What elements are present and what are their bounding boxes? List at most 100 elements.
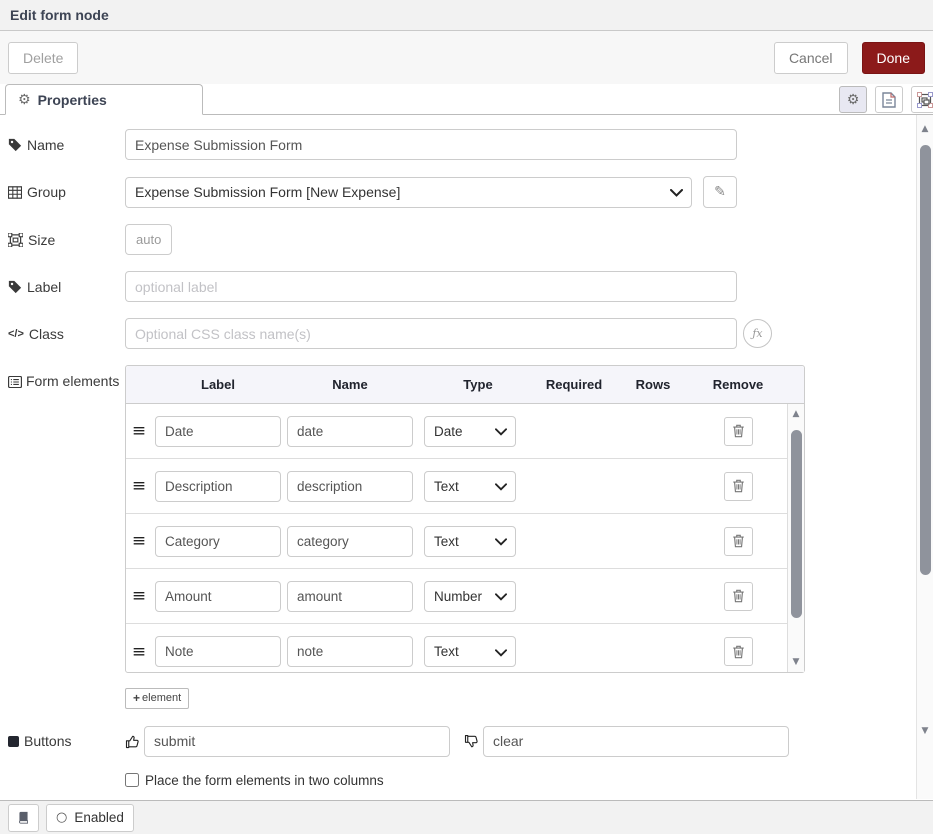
col-header-name: Name — [284, 377, 416, 392]
node-help-button[interactable] — [8, 804, 39, 832]
element-name-input[interactable] — [287, 581, 413, 612]
trash-icon — [732, 645, 745, 659]
name-input[interactable] — [125, 129, 737, 160]
element-type-select[interactable]: Text — [424, 526, 516, 557]
form-elements-row: Form elements Label Name Type Required R… — [8, 365, 933, 673]
clear-button-input[interactable] — [483, 726, 789, 757]
element-label-input[interactable] — [155, 581, 281, 612]
element-name-input[interactable] — [287, 526, 413, 557]
group-select[interactable]: Expense Submission Form [New Expense] — [125, 177, 692, 208]
element-label-input[interactable] — [155, 636, 281, 667]
two-columns-label[interactable]: Place the form elements in two columns — [145, 773, 384, 788]
scroll-down-icon[interactable]: ▼ — [917, 723, 933, 739]
layout-sizer-icon — [917, 92, 933, 108]
element-name-input[interactable] — [287, 471, 413, 502]
scroll-up-icon[interactable]: ▲ — [788, 406, 804, 422]
remove-element-button[interactable] — [724, 582, 753, 611]
form-element-row: ≡ Text — [126, 624, 787, 672]
class-row: </> Class ƒx — [8, 318, 933, 349]
table-scrollbar-thumb[interactable] — [791, 430, 802, 618]
book-icon — [17, 811, 30, 824]
group-select-wrap: Expense Submission Form [New Expense] — [125, 177, 692, 208]
drag-handle-icon[interactable]: ≡ — [126, 421, 152, 441]
size-auto-button[interactable]: auto — [125, 224, 172, 255]
trash-icon — [732, 534, 745, 548]
form-elements-table: Label Name Type Required Rows Remove ≡ D… — [125, 365, 805, 673]
enabled-toggle-button[interactable]: ○ Enabled — [46, 804, 134, 832]
element-type-select[interactable]: Number — [424, 581, 516, 612]
label-row: Label — [8, 271, 933, 302]
description-doc-button[interactable] — [875, 86, 903, 113]
name-row: Name — [8, 129, 933, 160]
drag-handle-icon[interactable]: ≡ — [126, 586, 152, 606]
form-list-icon — [8, 376, 22, 388]
drag-handle-icon[interactable]: ≡ — [126, 531, 152, 551]
fx-icon: ƒx — [752, 327, 762, 340]
properties-settings-button[interactable]: ⚙ — [839, 86, 867, 113]
element-label-input[interactable] — [155, 526, 281, 557]
element-label-input[interactable] — [155, 471, 281, 502]
form-element-row: ≡ Text — [126, 514, 787, 569]
label-label: Label — [8, 279, 125, 295]
done-button[interactable]: Done — [862, 42, 925, 74]
size-row: Size auto — [8, 224, 933, 255]
form-elements-body: ≡ Date ≡ Text — [126, 404, 804, 672]
two-columns-row: Place the form elements in two columns — [125, 773, 933, 788]
remove-element-button[interactable] — [724, 637, 753, 666]
fx-styles-button[interactable]: ƒx — [743, 319, 772, 348]
form-element-row: ≡ Number — [126, 569, 787, 624]
cancel-button[interactable]: Cancel — [774, 42, 848, 74]
size-icon — [8, 233, 23, 247]
tab-properties[interactable]: ⚙ Properties — [5, 84, 203, 115]
table-grid-icon — [8, 186, 22, 199]
submit-button-input[interactable] — [144, 726, 450, 757]
add-element-button[interactable]: + element — [125, 688, 189, 709]
dialog-title: Edit form node — [10, 7, 109, 23]
form-elements-rows: ≡ Date ≡ Text — [126, 404, 787, 672]
element-name-input[interactable] — [287, 636, 413, 667]
edit-form-node-dialog: Edit form node Delete Cancel Done ⚙ Prop… — [0, 0, 933, 834]
scroll-up-icon[interactable]: ▲ — [917, 121, 933, 137]
code-icon: </> — [8, 328, 24, 340]
form-element-row: ≡ Date — [126, 404, 787, 459]
tab-properties-label: Properties — [38, 92, 107, 108]
element-name-input[interactable] — [287, 416, 413, 447]
gear-icon: ⚙ — [18, 93, 31, 107]
trash-icon — [732, 479, 745, 493]
class-label: </> Class — [8, 326, 125, 342]
dialog-button-bar: Delete Cancel Done — [0, 31, 933, 84]
edit-group-button[interactable]: ✎ — [703, 176, 737, 208]
table-scrollbar[interactable]: ▲ ▼ — [787, 404, 804, 672]
label-input[interactable] — [125, 271, 737, 302]
element-type-select[interactable]: Date — [424, 416, 516, 447]
panel-scrollbar[interactable]: ▲ ▼ — [916, 115, 933, 799]
plus-icon: + — [133, 691, 140, 705]
remove-element-button[interactable] — [724, 472, 753, 501]
class-input[interactable] — [125, 318, 737, 349]
properties-panel: Name Group Expense Submission Form [New … — [0, 115, 933, 800]
element-type-select[interactable]: Text — [424, 636, 516, 667]
element-type-select[interactable]: Text — [424, 471, 516, 502]
drag-handle-icon[interactable]: ≡ — [126, 642, 152, 662]
remove-element-button[interactable] — [724, 417, 753, 446]
tag-icon — [8, 138, 22, 152]
document-icon — [882, 92, 896, 108]
drag-handle-icon[interactable]: ≡ — [126, 476, 152, 496]
group-label: Group — [8, 184, 125, 200]
dialog-header: Edit form node — [0, 0, 933, 31]
group-row: Group Expense Submission Form [New Expen… — [8, 176, 933, 208]
scroll-down-icon[interactable]: ▼ — [788, 654, 804, 670]
element-label-input[interactable] — [155, 416, 281, 447]
two-columns-checkbox[interactable] — [125, 773, 139, 787]
col-header-label: Label — [152, 377, 284, 392]
dashboard-sizer-button[interactable] — [911, 86, 933, 113]
trash-icon — [732, 424, 745, 438]
gear-icon: ⚙ — [847, 93, 860, 107]
square-icon — [8, 736, 19, 747]
delete-button[interactable]: Delete — [8, 42, 78, 74]
remove-element-button[interactable] — [724, 527, 753, 556]
size-label: Size — [8, 232, 125, 248]
dialog-footer: ○ Enabled — [0, 800, 933, 834]
tag-icon — [8, 280, 22, 294]
panel-scrollbar-thumb[interactable] — [920, 145, 931, 575]
